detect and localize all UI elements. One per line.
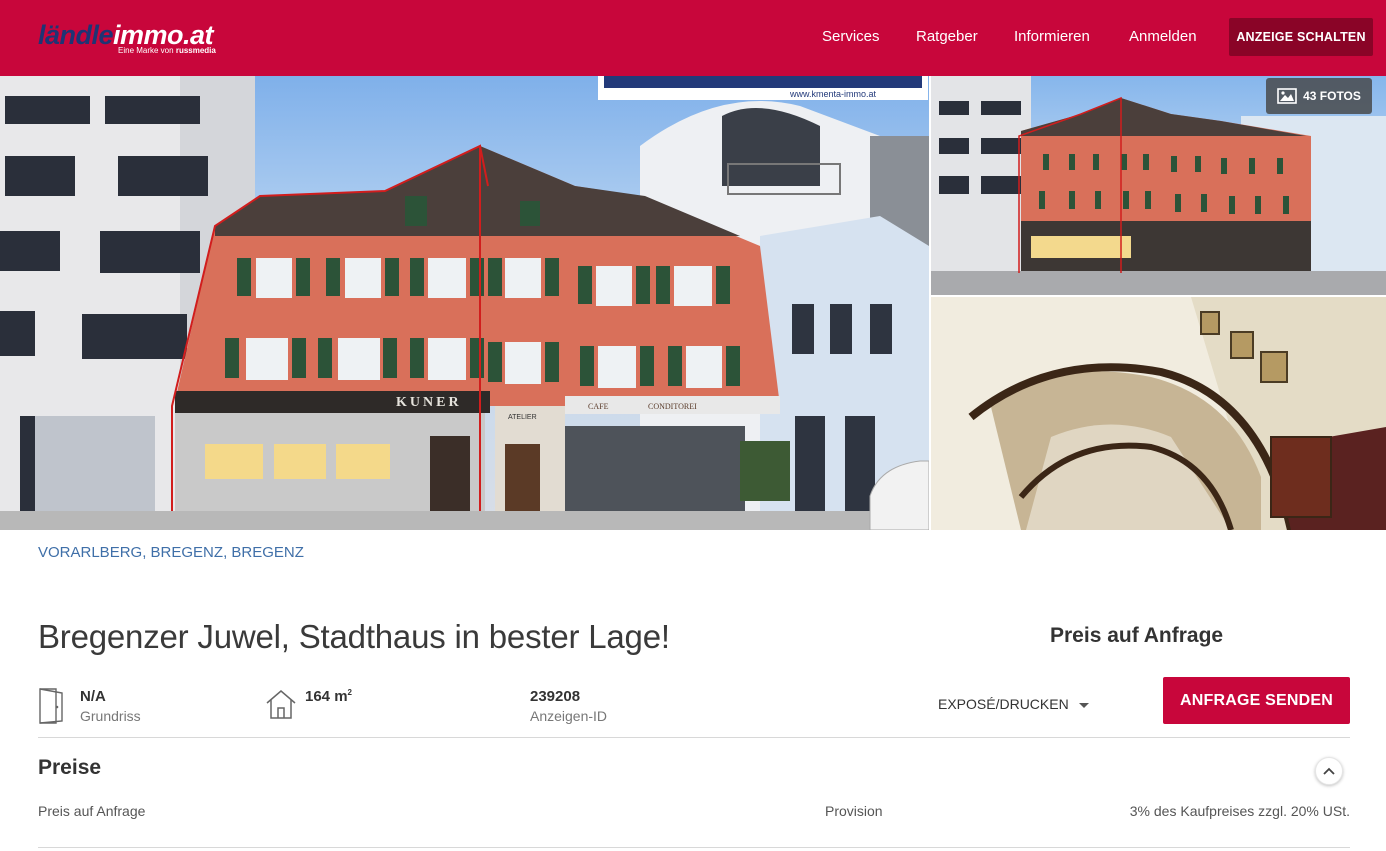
building-facade-image: www.kmenta-immo.at KUNER ATELIER CAFE CO… bbox=[0, 76, 929, 530]
atelier-sign: ATELIER bbox=[508, 414, 537, 421]
price-value: Preis auf Anfrage bbox=[38, 803, 146, 819]
ad-id-label: Anzeigen-ID bbox=[530, 708, 608, 724]
divider bbox=[38, 847, 1350, 848]
nav-ratgeber[interactable]: Ratgeber bbox=[916, 28, 978, 45]
grundriss-value: N/A bbox=[80, 688, 106, 705]
prices-section-title: Preise bbox=[38, 756, 102, 779]
image-icon bbox=[1277, 88, 1297, 104]
commission-value: 3% des Kaufpreises zzgl. 20% USt. bbox=[1129, 803, 1350, 819]
photo-count-label: 43 FOTOS bbox=[1303, 89, 1361, 103]
thumbnail-staircase[interactable] bbox=[931, 297, 1386, 530]
divider bbox=[38, 737, 1350, 738]
thumbnail-facade[interactable]: 43 FOTOS bbox=[931, 76, 1386, 295]
logo-tagline: Eine Marke von russmedia bbox=[118, 46, 216, 55]
site-header: ländleimmo.at Eine Marke von russmedia S… bbox=[0, 0, 1386, 76]
commission-label: Provision bbox=[825, 803, 883, 819]
breadcrumb: VORARLBERG, BREGENZ, BREGENZ bbox=[38, 544, 304, 561]
breadcrumb-district[interactable]: BREGENZ bbox=[151, 544, 224, 561]
site-logo[interactable]: ländleimmo.at Eine Marke von russmedia bbox=[38, 20, 238, 60]
listing-title: Bregenzer Juwel, Stadthaus in bester Lag… bbox=[38, 618, 670, 655]
nav-informieren[interactable]: Informieren bbox=[1014, 28, 1090, 45]
price-heading: Preis auf Anfrage bbox=[1050, 624, 1224, 647]
place-ad-button[interactable]: ANZEIGE SCHALTEN bbox=[1229, 18, 1373, 56]
fact-grundriss: N/A Grundriss bbox=[38, 684, 238, 728]
cafe-sign-right: CONDITOREI bbox=[648, 402, 697, 411]
door-icon bbox=[39, 688, 63, 724]
staircase-image bbox=[931, 297, 1386, 530]
fact-area: 164 m2 bbox=[265, 684, 465, 728]
fact-ad-id: 239208 Anzeigen-ID bbox=[530, 684, 730, 728]
cafe-sign-left: CAFE bbox=[588, 402, 609, 411]
house-icon bbox=[266, 690, 296, 719]
main-photo[interactable]: www.kmenta-immo.at KUNER ATELIER CAFE CO… bbox=[0, 76, 929, 530]
breadcrumb-state[interactable]: VORARLBERG bbox=[38, 544, 142, 561]
expose-print-dropdown[interactable]: EXPOSÉ/DRUCKEN bbox=[938, 696, 1069, 712]
sign-url: www.kmenta-immo.at bbox=[789, 89, 877, 99]
collapse-prices-button[interactable] bbox=[1315, 757, 1343, 785]
photo-gallery: www.kmenta-immo.at KUNER ATELIER CAFE CO… bbox=[0, 76, 1386, 530]
chevron-up-icon bbox=[1323, 767, 1335, 775]
ad-id-value: 239208 bbox=[530, 688, 581, 705]
shop-sign: KUNER bbox=[396, 395, 462, 410]
nav-anmelden[interactable]: Anmelden bbox=[1129, 28, 1197, 45]
send-inquiry-button[interactable]: ANFRAGE SENDEN bbox=[1163, 677, 1350, 724]
caret-down-icon[interactable] bbox=[1079, 703, 1089, 708]
area-value: 164 m2 bbox=[305, 688, 352, 705]
breadcrumb-city[interactable]: BREGENZ bbox=[231, 544, 304, 561]
photo-count-button[interactable]: 43 FOTOS bbox=[1266, 78, 1372, 114]
nav-services[interactable]: Services bbox=[822, 28, 880, 45]
grundriss-label: Grundriss bbox=[80, 708, 141, 724]
